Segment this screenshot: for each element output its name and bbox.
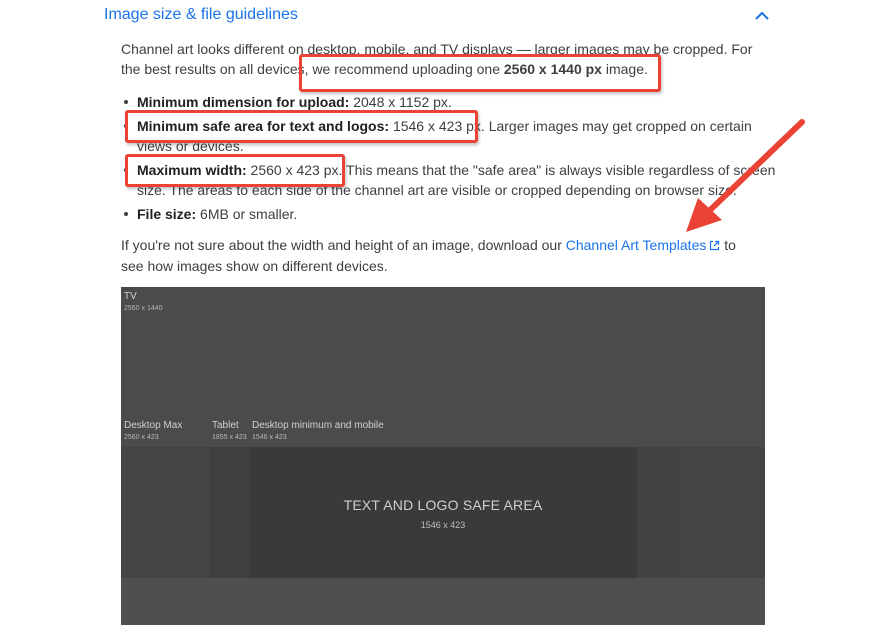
bullet-value: 1546 x 423 px. (389, 118, 485, 134)
bullet-label: Minimum dimension for upload: (137, 94, 350, 110)
help-text: If you're not sure about the width and h… (121, 237, 566, 253)
templates-help: If you're not sure about the width and h… (121, 235, 761, 276)
intro-recommended-size: 2560 x 1440 px (503, 61, 602, 77)
chevron-up-icon[interactable] (752, 5, 772, 25)
tablet-dims: 1855 x 423 (212, 434, 247, 441)
desktop-max-label: Desktop Max (124, 420, 183, 431)
tablet-right-zone (637, 447, 677, 578)
desktop-max-dims: 2560 x 423 (124, 434, 159, 441)
intro-text-end: image. (601, 61, 648, 77)
intro-text-recommend: we recommend uploading one (308, 61, 504, 77)
tv-label: TV (124, 291, 137, 302)
intro-paragraph: Channel art looks different on desktop, … (121, 39, 771, 79)
bullet-label: File size: (137, 206, 197, 222)
safe-area-title: TEXT AND LOGO SAFE AREA (343, 497, 543, 513)
tv-bottom-zone (121, 578, 765, 625)
bullet-value: 6MB or smaller. (196, 206, 298, 222)
bullet-label: Minimum safe area for text and logos: (137, 118, 390, 134)
channel-art-diagram: TV 2560 x 1440 Desktop Max 2560 x 423 Ta… (121, 287, 765, 625)
section-title[interactable]: Image size & file guidelines (104, 5, 298, 25)
annotation-arrow-icon (686, 119, 805, 232)
tablet-label: Tablet (212, 420, 239, 431)
desktop-min-label: Desktop minimum and mobile (252, 420, 384, 431)
tv-dims: 2560 x 1440 (124, 305, 163, 312)
desktop-min-dims: 1546 x 423 (252, 434, 287, 441)
list-item: Minimum dimension for upload: 2048 x 115… (121, 92, 781, 112)
bullet-value: 2048 x 1152 px. (349, 94, 452, 110)
safe-area-dims: 1546 x 423 (420, 520, 466, 530)
bullet-label: Maximum width: (137, 162, 247, 178)
bullet-value: 2560 x 423 px. (246, 162, 343, 178)
